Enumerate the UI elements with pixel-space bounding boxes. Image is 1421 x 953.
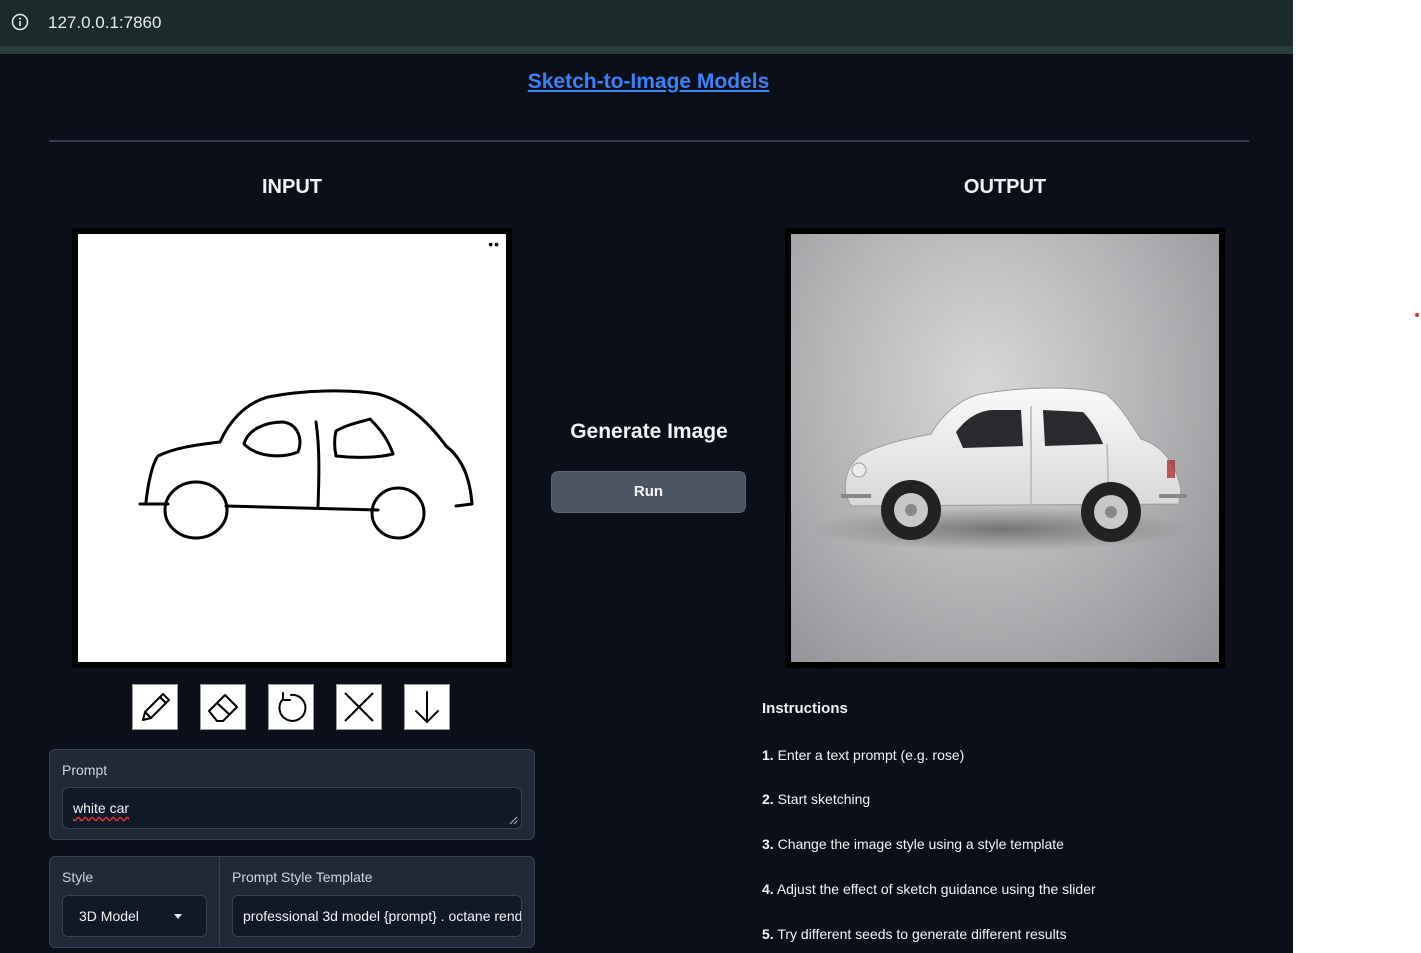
browser-address-bar[interactable]: 127.0.0.1:7860	[0, 0, 1293, 54]
page-title-link[interactable]: Sketch-to-Image Models	[0, 70, 1297, 94]
resize-handle-icon[interactable]	[509, 816, 518, 825]
sketch-canvas-frame: ••	[72, 228, 512, 668]
prompt-input-text: white car	[73, 800, 130, 816]
download-tool-button[interactable]	[404, 684, 450, 730]
url-text[interactable]: 127.0.0.1:7860	[48, 13, 161, 33]
style-dropdown-value: 3D Model	[79, 908, 139, 924]
sketch-canvas[interactable]: ••	[78, 234, 506, 662]
instruction-step: 4. Adjust the effect of sketch guidance …	[762, 881, 1096, 897]
prompt-label: Prompt	[62, 762, 108, 778]
car-sketch-drawing	[138, 389, 474, 540]
style-label: Style	[62, 869, 94, 885]
clear-tool-button[interactable]	[336, 684, 382, 730]
clear-icon	[344, 692, 374, 722]
eraser-tool-button[interactable]	[200, 684, 246, 730]
undo-tool-button[interactable]	[268, 684, 314, 730]
canvas-menu-dots[interactable]: ••	[488, 236, 500, 252]
run-button[interactable]: Run	[551, 471, 746, 513]
style-dropdown[interactable]: 3D Model	[62, 895, 207, 937]
style-block: Style 3D Model Prompt Style Template pro…	[49, 856, 535, 948]
eraser-icon	[208, 694, 238, 722]
caret-down-icon	[174, 914, 182, 919]
generate-image-label: Generate Image	[570, 420, 728, 443]
instruction-step: 2. Start sketching	[762, 791, 871, 807]
pencil-icon	[142, 693, 170, 721]
template-input[interactable]: professional 3d model {prompt} . octane …	[232, 895, 522, 937]
instruction-step: 1. Enter a text prompt (e.g. rose)	[762, 747, 965, 763]
instruction-step: 5. Try different seeds to generate diffe…	[762, 926, 1067, 942]
red-dot-marker	[1415, 313, 1419, 317]
instruction-step: 3. Change the image style using a style …	[762, 836, 1064, 852]
input-heading: INPUT	[262, 176, 322, 198]
template-label: Prompt Style Template	[232, 869, 373, 885]
pencil-tool-button[interactable]	[132, 684, 178, 730]
site-info-icon[interactable]	[11, 13, 29, 31]
instructions-heading: Instructions	[762, 700, 848, 717]
divider	[49, 140, 1249, 142]
prompt-block: Prompt white car	[49, 749, 535, 840]
gradio-app: Sketch-to-Image Models INPUT OUTPUT •• G…	[0, 54, 1293, 953]
output-heading: OUTPUT	[963, 176, 1047, 198]
template-input-text: professional 3d model {prompt} . octane …	[243, 908, 522, 924]
output-image-frame	[785, 228, 1225, 668]
block-divider	[219, 857, 220, 947]
prompt-input[interactable]: white car	[62, 787, 522, 829]
output-image[interactable]	[791, 234, 1219, 662]
undo-icon	[278, 692, 307, 722]
generated-car-image	[811, 387, 1191, 551]
download-icon	[415, 691, 439, 724]
